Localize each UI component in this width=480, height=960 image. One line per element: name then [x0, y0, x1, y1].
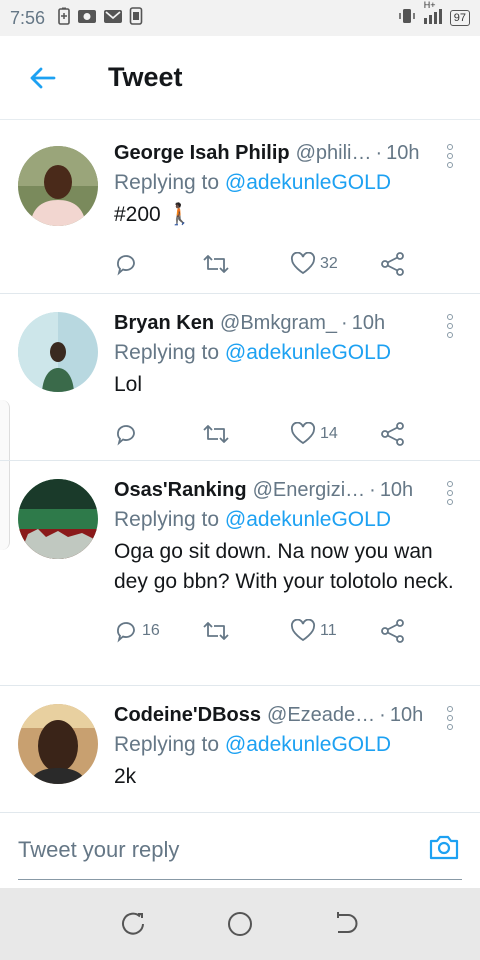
signal-icon: H+ [422, 0, 444, 29]
share-icon [381, 619, 404, 643]
reply-icon [117, 425, 135, 446]
retweet-icon [203, 255, 229, 273]
avatar[interactable] [18, 312, 98, 392]
author-handle: @Energizi… [252, 479, 366, 501]
back-nav-button[interactable] [327, 904, 367, 944]
reply-input[interactable]: Tweet your reply [18, 837, 179, 863]
back-button[interactable] [0, 36, 84, 120]
share-icon [381, 422, 404, 446]
photo-icon [77, 8, 97, 29]
replying-to: Replying to @adekunleGOLD [114, 733, 391, 756]
replying-to-link[interactable]: @adekunleGOLD [225, 508, 391, 531]
home-button[interactable] [220, 904, 260, 944]
phone-storage-icon [129, 6, 143, 30]
replying-to: Replying to @adekunleGOLD [114, 341, 391, 364]
tweet-time: 10h [389, 704, 424, 726]
heart-icon [291, 252, 315, 275]
reply-button[interactable]: 16 [114, 619, 202, 643]
author-name[interactable]: Codeine'DBoss [114, 700, 261, 730]
share-icon [381, 252, 404, 276]
battery-saver-icon [57, 7, 71, 30]
more-options-icon[interactable] [444, 314, 456, 338]
tweet-text: #200 🚶🏿 [114, 203, 193, 226]
avatar[interactable] [18, 146, 98, 226]
reply-button[interactable] [114, 422, 202, 446]
more-options-icon[interactable] [444, 706, 456, 730]
author-name[interactable]: George Isah Philip [114, 138, 290, 168]
replying-to: Replying to @adekunleGOLD [114, 508, 391, 531]
arrow-left-icon [30, 67, 56, 88]
replies-list: George Isah Philip @phili… · 10h Replyin… [0, 124, 480, 812]
author-handle: @Bmkgram_ [220, 312, 338, 334]
back-nav-icon [336, 912, 358, 933]
avatar[interactable] [18, 479, 98, 559]
camera-icon [429, 835, 459, 860]
recents-button[interactable] [113, 904, 153, 944]
share-button[interactable] [380, 422, 406, 446]
reply-count: 16 [142, 622, 160, 639]
replying-to: Replying to @adekunleGOLD [114, 171, 391, 194]
replying-to-link[interactable]: @adekunleGOLD [225, 171, 391, 194]
network-type: H+ [423, 0, 436, 10]
tweet[interactable]: Bryan Ken @Bmkgram_ · 10h Replying to @a… [0, 294, 480, 461]
system-nav-bar [0, 888, 480, 960]
status-time: 7:56 [10, 7, 46, 28]
tweet[interactable]: George Isah Philip @phili… · 10h Replyin… [0, 124, 480, 294]
share-button[interactable] [380, 619, 406, 643]
tweet-text: Oga go sit down. Na now you wan dey go b… [114, 540, 454, 593]
more-options-icon[interactable] [444, 481, 456, 505]
like-button[interactable]: 32 [290, 252, 380, 276]
reply-icon [117, 622, 135, 643]
tweet-actions: 32 [114, 238, 462, 290]
more-options-icon[interactable] [444, 144, 456, 168]
author-handle: @phili… [295, 142, 372, 164]
tweet-time: 10h [386, 142, 420, 164]
like-button[interactable]: 14 [290, 422, 380, 446]
retweet-button[interactable] [202, 422, 290, 446]
author-name[interactable]: Osas'Ranking [114, 475, 247, 505]
home-circle-icon [227, 912, 252, 936]
retweet-button[interactable] [202, 252, 290, 276]
tweet-text: Lol [114, 373, 143, 396]
like-count: 11 [320, 622, 337, 639]
retweet-icon [203, 425, 229, 443]
replying-to-link[interactable]: @adekunleGOLD [225, 341, 391, 364]
author-handle: @Ezeade… [267, 704, 376, 726]
retweet-button[interactable] [202, 619, 290, 643]
reply-composer: Tweet your reply [0, 812, 480, 888]
tweet-text: 2k [114, 765, 137, 788]
like-count: 32 [320, 255, 338, 272]
vibrate-icon [398, 8, 416, 29]
replying-to-link[interactable]: @adekunleGOLD [225, 733, 391, 756]
like-count: 14 [320, 425, 338, 442]
tweet-time: 10h [379, 479, 414, 501]
camera-button[interactable] [428, 833, 460, 866]
heart-icon [291, 422, 315, 445]
app-header: Tweet [0, 36, 480, 120]
heart-icon [291, 619, 315, 642]
tweet[interactable]: Codeine'DBoss @Ezeade… · 10h Replying to… [0, 686, 480, 812]
tweet[interactable]: Osas'Ranking @Energizi… · 10h Replying t… [0, 461, 480, 686]
status-bar: 7:56 H+ 97 [0, 0, 480, 36]
avatar[interactable] [18, 704, 98, 784]
tweet-actions: 16 11 [114, 605, 462, 657]
like-button[interactable]: 11 [290, 619, 380, 643]
page-title: Tweet [108, 62, 183, 92]
retweet-icon [203, 622, 229, 640]
tweet-actions: 14 [114, 408, 462, 460]
reply-button[interactable] [114, 252, 202, 276]
recents-icon [122, 912, 145, 935]
tweet-time: 10h [351, 312, 386, 334]
author-name[interactable]: Bryan Ken [114, 308, 214, 338]
share-button[interactable] [380, 252, 406, 276]
battery-level: 97 [449, 10, 470, 26]
reply-icon [117, 255, 135, 276]
mail-icon [103, 8, 123, 29]
